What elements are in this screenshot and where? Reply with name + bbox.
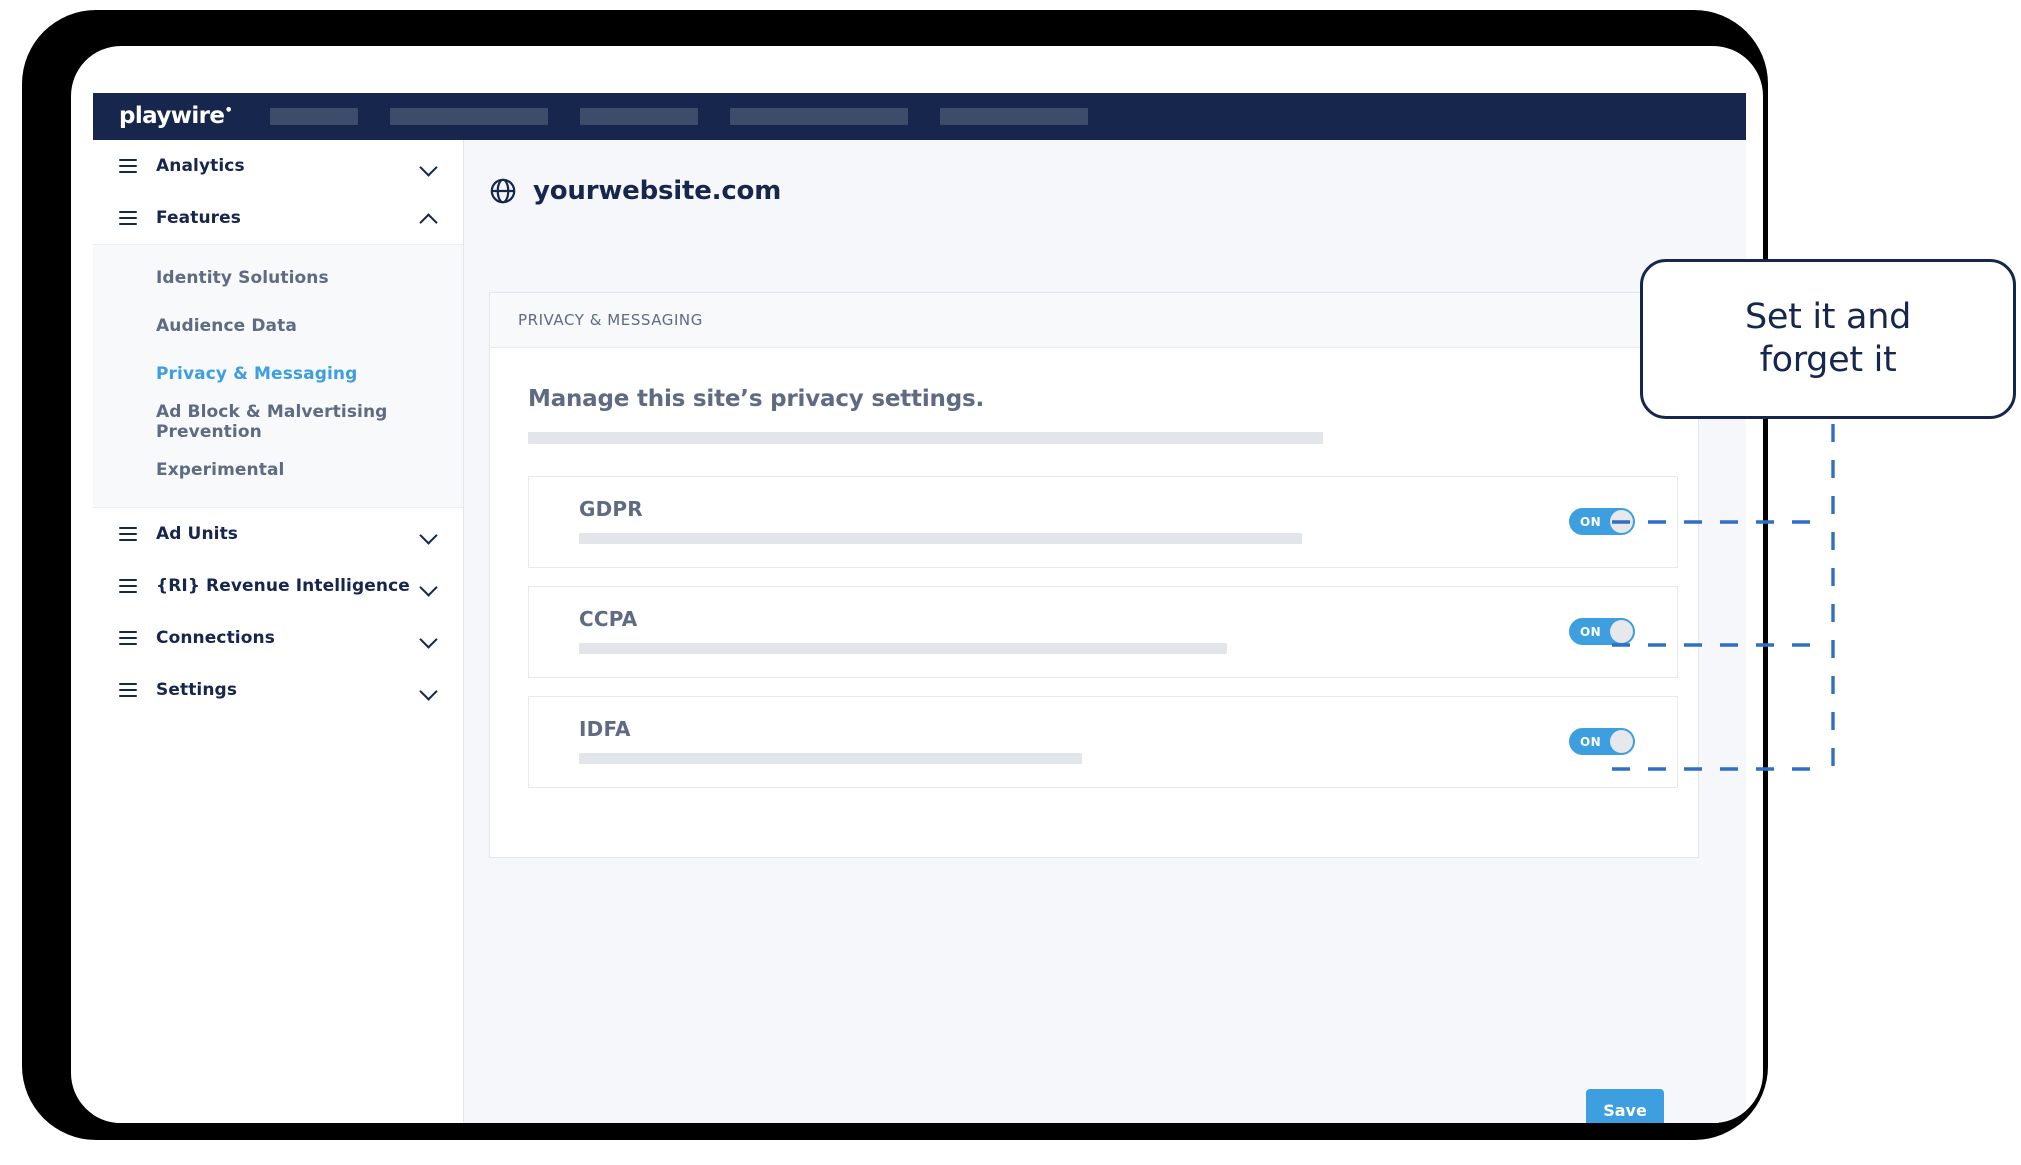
hamburger-icon xyxy=(119,579,137,593)
sidebar-group-label: Ad Units xyxy=(156,524,239,544)
card-description-placeholder xyxy=(579,533,1302,544)
chevron-down-icon[interactable] xyxy=(420,581,437,591)
card-label: CCPA xyxy=(579,607,638,631)
nav-placeholder-2[interactable] xyxy=(390,108,549,125)
privacy-card-idfa: IDFA ON xyxy=(528,696,1678,788)
sidebar-group-label: {RI} Revenue Intelligence xyxy=(156,576,410,596)
toggle-knob xyxy=(1610,730,1633,753)
panel-header: PRIVACY & MESSAGING xyxy=(490,293,1698,348)
sidebar-group-label: Connections xyxy=(156,628,275,648)
brand-name: playwire xyxy=(119,102,225,129)
site-header: yourwebsite.com xyxy=(464,140,1746,206)
sidebar-group-ad-units[interactable]: Ad Units xyxy=(93,508,463,560)
sidebar-item-experimental[interactable]: Experimental xyxy=(93,446,463,494)
device-bezel: playwire• Analytics Features Identity So… xyxy=(22,10,1768,1140)
chevron-down-icon[interactable] xyxy=(420,161,437,171)
sidebar-group-label: Features xyxy=(156,208,241,228)
callout-text: Set it and forget it xyxy=(1745,296,1911,381)
card-label: GDPR xyxy=(579,497,643,521)
sidebar-item-privacy-messaging[interactable]: Privacy & Messaging xyxy=(93,350,463,398)
main-content: yourwebsite.com PRIVACY & MESSAGING Mana… xyxy=(464,140,1746,1123)
nav-placeholder-1[interactable] xyxy=(270,108,359,125)
callout-line-1: Set it and xyxy=(1744,297,1912,338)
device-screen: playwire• Analytics Features Identity So… xyxy=(71,46,1763,1123)
toggle-gdpr[interactable]: ON xyxy=(1569,508,1635,535)
sidebar: Analytics Features Identity Solutions Au… xyxy=(93,140,464,1123)
chevron-down-icon[interactable] xyxy=(420,529,437,539)
page-title: yourwebsite.com xyxy=(533,176,782,206)
sidebar-group-connections[interactable]: Connections xyxy=(93,612,463,664)
app-window: playwire• Analytics Features Identity So… xyxy=(93,93,1746,1123)
sidebar-item-ad-block-malvertising-prevention[interactable]: Ad Block & Malvertising Prevention xyxy=(93,398,463,446)
toggle-ccpa[interactable]: ON xyxy=(1569,618,1635,645)
toggle-state-label: ON xyxy=(1580,624,1602,639)
sidebar-group-revenue-intelligence[interactable]: {RI} Revenue Intelligence xyxy=(93,560,463,612)
callout-bubble: Set it and forget it xyxy=(1640,259,2016,419)
sidebar-submenu-features: Identity Solutions Audience Data Privacy… xyxy=(93,244,463,508)
toggle-state-label: ON xyxy=(1580,734,1602,749)
save-button[interactable]: Save xyxy=(1586,1089,1664,1123)
top-navbar: playwire• xyxy=(93,93,1746,140)
privacy-settings-panel: PRIVACY & MESSAGING Manage this site’s p… xyxy=(489,292,1699,858)
hamburger-icon xyxy=(119,527,137,541)
callout-line-2: forget it xyxy=(1759,340,1897,380)
hamburger-icon xyxy=(119,631,137,645)
chevron-down-icon[interactable] xyxy=(420,685,437,695)
nav-placeholder-4[interactable] xyxy=(730,108,909,125)
card-description-placeholder xyxy=(579,753,1082,764)
sidebar-item-audience-data[interactable]: Audience Data xyxy=(93,302,463,350)
toggle-knob xyxy=(1610,620,1633,643)
globe-icon xyxy=(489,177,517,205)
privacy-card-ccpa: CCPA ON xyxy=(528,586,1678,678)
sidebar-group-settings[interactable]: Settings xyxy=(93,664,463,716)
chevron-up-icon[interactable] xyxy=(420,213,437,223)
brand-star-icon: • xyxy=(224,102,233,118)
toggle-knob xyxy=(1610,510,1633,533)
panel-header-title: PRIVACY & MESSAGING xyxy=(518,311,703,329)
toggle-idfa[interactable]: ON xyxy=(1569,728,1635,755)
sidebar-group-label: Analytics xyxy=(156,156,245,176)
card-label: IDFA xyxy=(579,717,631,741)
nav-placeholder-5[interactable] xyxy=(940,108,1089,125)
sidebar-group-analytics[interactable]: Analytics xyxy=(93,140,463,192)
card-description-placeholder xyxy=(579,643,1227,654)
playwire-logo[interactable]: playwire• xyxy=(119,102,233,129)
toggle-state-label: ON xyxy=(1580,514,1602,529)
panel-body: Manage this site’s privacy settings. GDP… xyxy=(490,348,1698,788)
sidebar-item-identity-solutions[interactable]: Identity Solutions xyxy=(93,254,463,302)
section-heading: Manage this site’s privacy settings. xyxy=(528,386,984,412)
hamburger-icon xyxy=(119,159,137,173)
section-subline-placeholder xyxy=(528,432,1323,444)
sidebar-group-features[interactable]: Features xyxy=(93,192,463,244)
chevron-down-icon[interactable] xyxy=(420,633,437,643)
privacy-card-gdpr: GDPR ON xyxy=(528,476,1678,568)
nav-placeholder-3[interactable] xyxy=(580,108,699,125)
hamburger-icon xyxy=(119,211,137,225)
hamburger-icon xyxy=(119,683,137,697)
sidebar-group-label: Settings xyxy=(156,680,238,700)
